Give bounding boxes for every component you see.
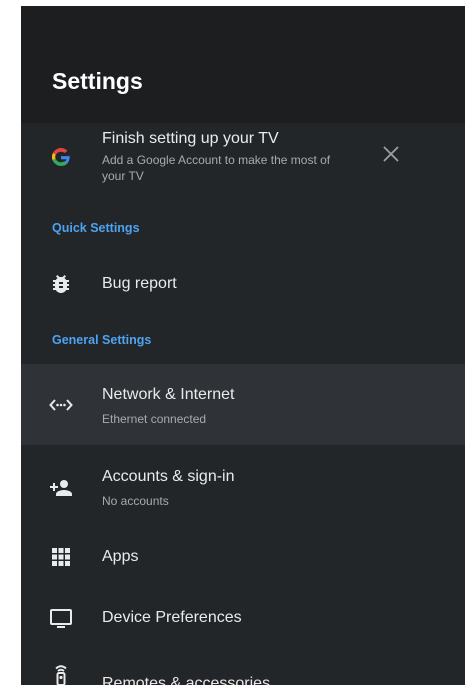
accounts-signin-label: Accounts & sign-in [102,468,235,485]
network-arrows-icon [49,393,73,417]
setup-tv-subtitle-line2: your TV [102,169,144,183]
remotes-accessories-item[interactable]: Remotes & accessories [21,652,465,685]
setup-tv-title: Finish setting up your TV [102,130,279,147]
bug-icon [49,272,73,296]
add-person-icon [49,476,73,500]
network-status: Ethernet connected [102,412,207,426]
setup-tv-subtitle-line1: Add a Google Account to make the most of [102,153,331,167]
apps-grid-icon [49,545,73,569]
google-g-icon [49,145,73,169]
close-icon[interactable] [382,145,400,163]
settings-header: Settings [21,6,465,123]
accounts-status: No accounts [102,494,169,508]
device-preferences-label: Device Preferences [102,609,242,626]
accounts-signin-item[interactable]: Accounts & sign-in No accounts [21,455,465,525]
remote-icon [49,662,73,685]
bug-report-label: Bug report [102,275,177,292]
apps-label: Apps [102,548,139,565]
apps-item[interactable]: Apps [21,532,465,584]
bug-report-item[interactable]: Bug report [21,258,465,310]
remotes-accessories-label: Remotes & accessories [102,675,271,685]
section-quick-settings: Quick Settings [52,221,140,235]
section-general-settings: General Settings [52,333,152,347]
page-title: Settings [52,68,143,94]
network-internet-item[interactable]: Network & Internet Ethernet connected [21,364,465,445]
network-internet-label: Network & Internet [102,386,235,403]
monitor-icon [49,606,73,630]
device-preferences-item[interactable]: Device Preferences [21,592,465,644]
settings-panel: Settings Finish setting up your TV Add a… [21,6,465,685]
